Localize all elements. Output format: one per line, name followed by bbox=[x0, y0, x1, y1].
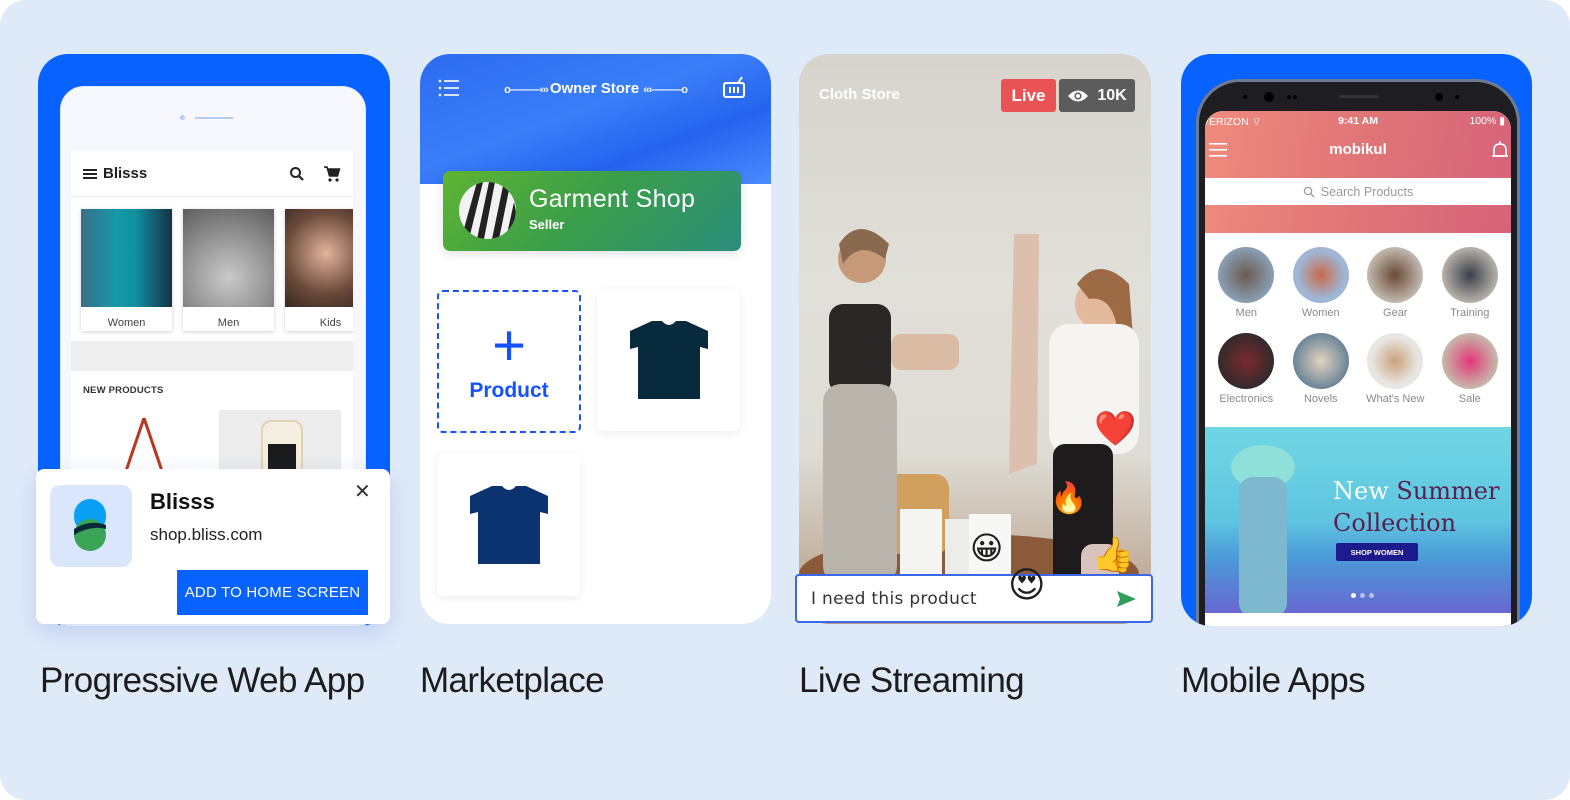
marketplace-header-bg bbox=[420, 54, 771, 184]
banner-model-figure bbox=[1231, 445, 1295, 613]
chat-message-input[interactable] bbox=[811, 586, 1091, 612]
search-icon[interactable] bbox=[289, 166, 305, 182]
card-title-live-streaming: Live Streaming bbox=[799, 661, 1025, 700]
category-whats-new[interactable]: What's New bbox=[1358, 333, 1432, 405]
status-bar: VERIZON ⌔ 9:41 AM 100% ▮ bbox=[1205, 115, 1511, 129]
category-card-women[interactable]: Women bbox=[81, 209, 172, 331]
product-card[interactable] bbox=[437, 454, 580, 596]
men-photo bbox=[183, 209, 274, 307]
arrow-decoration-right: ‹‹‹———o bbox=[643, 84, 688, 96]
thumbs-up-reaction-icon: 👍 bbox=[1092, 535, 1135, 575]
seller-avatar bbox=[459, 182, 516, 239]
android-phone-mockup: VERIZON ⌔ 9:41 AM 100% ▮ mobikul Search … bbox=[1196, 79, 1520, 626]
category-novels[interactable]: Novels bbox=[1284, 333, 1358, 405]
close-icon[interactable]: ✕ bbox=[354, 479, 371, 504]
heart-reaction-icon: ❤️ bbox=[1094, 409, 1137, 449]
category-electronics[interactable]: Electronics bbox=[1209, 333, 1283, 405]
hamburger-menu-icon[interactable] bbox=[83, 168, 97, 180]
category-card-men[interactable]: Men bbox=[183, 209, 274, 331]
seller-role: Seller bbox=[529, 217, 565, 232]
shop-women-button[interactable]: SHOP WOMEN bbox=[1336, 543, 1418, 561]
battery-indicator: 100% ▮ bbox=[1469, 115, 1505, 127]
marketplace-preview: o———››› Owner Store ‹‹‹———o Garment Shop… bbox=[420, 54, 771, 624]
mobikul-app-screen: VERIZON ⌔ 9:41 AM 100% ▮ mobikul Search … bbox=[1205, 111, 1511, 626]
seller-card[interactable]: Garment Shop Seller bbox=[443, 171, 741, 251]
add-product-button[interactable]: + Product bbox=[437, 290, 581, 433]
banner-title: New Summer Collection bbox=[1333, 477, 1500, 537]
handbag-product-image[interactable] bbox=[121, 416, 167, 476]
viewer-count-badge: 10K bbox=[1059, 79, 1135, 112]
card-title-marketplace: Marketplace bbox=[420, 661, 605, 700]
category-sale[interactable]: Sale bbox=[1433, 333, 1507, 405]
bell-icon[interactable] bbox=[1491, 141, 1509, 161]
heart-eyes-reaction-icon: 😍 bbox=[1008, 565, 1046, 606]
new-products-heading: NEW PRODUCTS bbox=[83, 385, 164, 396]
category-training[interactable]: Training bbox=[1433, 247, 1507, 319]
bliss-logo-icon bbox=[74, 499, 106, 551]
dialog-app-url: shop.bliss.com bbox=[150, 525, 263, 544]
pwa-brand-name: Blisss bbox=[103, 165, 148, 182]
eye-icon bbox=[1068, 90, 1089, 101]
section-divider bbox=[71, 341, 353, 371]
mobikul-category-grid: Men Women Gear Training Electronics Nove… bbox=[1205, 233, 1511, 405]
store-title: Owner Store bbox=[549, 80, 640, 97]
add-to-home-screen-button[interactable]: ADD TO HOME SCREEN bbox=[177, 570, 368, 615]
live-badge: Live bbox=[1001, 79, 1056, 112]
mobikul-brand: mobikul bbox=[1329, 141, 1387, 158]
category-label: Kids bbox=[319, 317, 342, 329]
card-title-mobile-apps: Mobile Apps bbox=[1181, 661, 1366, 700]
product-card[interactable] bbox=[597, 289, 740, 431]
category-gear[interactable]: Gear bbox=[1358, 247, 1432, 319]
grinning-reaction-icon: 😀 bbox=[970, 529, 1004, 567]
carousel-indicator[interactable] bbox=[1351, 593, 1374, 598]
pwa-app-header: Blisss bbox=[71, 151, 353, 197]
cart-icon[interactable] bbox=[323, 165, 341, 183]
pwa-category-row: Women Men Kids bbox=[71, 197, 353, 341]
store-header: o———››› Owner Store ‹‹‹———o bbox=[420, 80, 771, 97]
add-product-label: Product bbox=[469, 378, 549, 402]
add-to-home-screen-dialog: Blisss shop.bliss.com ✕ ADD TO HOME SCRE… bbox=[36, 469, 390, 624]
category-men[interactable]: Men bbox=[1209, 247, 1283, 319]
category-card-kids[interactable]: Kids bbox=[285, 209, 353, 331]
basket-icon[interactable] bbox=[722, 76, 746, 100]
feature-showcase: Blisss Women Men Kids NEW PRODUCTS Bliss… bbox=[0, 0, 1570, 800]
search-products-input[interactable]: Search Products bbox=[1205, 178, 1511, 205]
category-label: Women bbox=[107, 317, 146, 329]
kids-photo bbox=[285, 209, 353, 307]
viewer-count: 10K bbox=[1097, 86, 1127, 104]
category-label: Men bbox=[217, 317, 240, 329]
plus-icon: + bbox=[492, 312, 526, 378]
mobikul-header: VERIZON ⌔ 9:41 AM 100% ▮ mobikul Search … bbox=[1205, 111, 1511, 233]
arrow-decoration-left: o———››› bbox=[504, 84, 550, 96]
search-icon bbox=[1303, 186, 1315, 197]
stream-store-name: Cloth Store bbox=[819, 86, 900, 103]
mobile-app-preview: VERIZON ⌔ 9:41 AM 100% ▮ mobikul Search … bbox=[1181, 54, 1532, 626]
seller-shop-name: Garment Shop bbox=[529, 185, 696, 213]
tshirt-icon bbox=[629, 321, 708, 399]
tshirt-icon bbox=[469, 486, 548, 564]
fire-reaction-icon: 🔥 bbox=[1050, 481, 1088, 516]
dialog-app-name: Blisss bbox=[150, 489, 215, 514]
summer-collection-banner[interactable]: New Summer Collection SHOP WOMEN bbox=[1205, 427, 1511, 613]
phone-sensors bbox=[1243, 92, 1459, 102]
app-logo bbox=[50, 485, 132, 567]
category-women[interactable]: Women bbox=[1284, 247, 1358, 319]
clock: 9:41 AM bbox=[1338, 115, 1378, 127]
women-photo bbox=[81, 209, 172, 307]
search-placeholder: Search Products bbox=[1320, 184, 1414, 199]
card-title-pwa: Progressive Web App bbox=[40, 661, 365, 700]
chat-input-box bbox=[795, 574, 1153, 623]
send-icon[interactable] bbox=[1115, 588, 1137, 610]
